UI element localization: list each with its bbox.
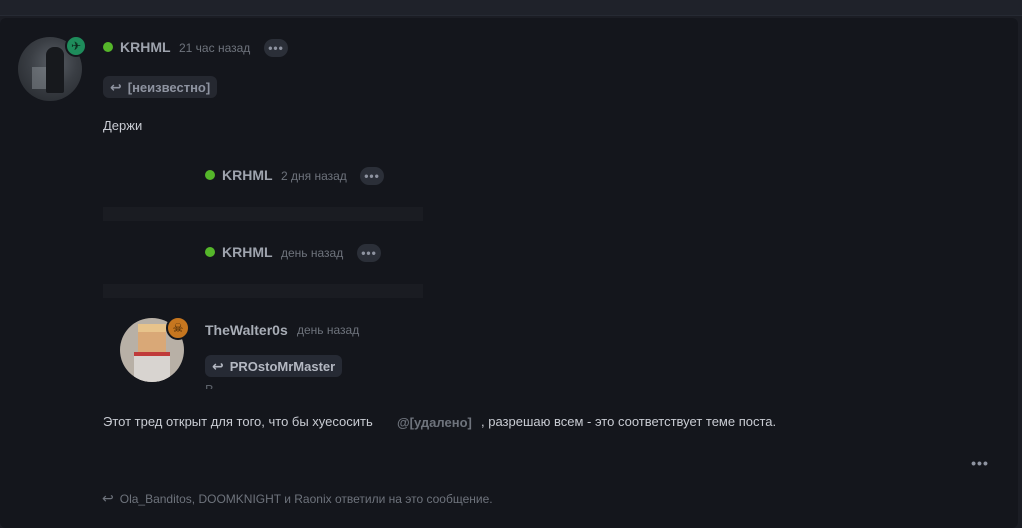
online-dot-icon xyxy=(103,42,113,52)
avatar-figure xyxy=(46,47,64,93)
skull-badge-icon: ☠ xyxy=(166,316,190,340)
quote-more-button[interactable]: ••• xyxy=(360,167,384,185)
nested-reply-cut-text: В… xyxy=(205,383,335,389)
nested-reply-to-chip[interactable]: ↩ PROstoMrMaster xyxy=(205,355,343,377)
reply-summary[interactable]: ↩ Ola_Banditos, DOOMKNIGHT и Raonix отве… xyxy=(102,490,493,507)
online-dot-icon xyxy=(205,170,215,180)
reply-author-name[interactable]: TheWalter0s xyxy=(205,322,288,338)
reply-to-chip[interactable]: ↩ [неизвестно] xyxy=(103,76,218,98)
reply-arrow-icon: ↩ xyxy=(102,490,114,506)
avatar-stripe xyxy=(134,352,170,356)
quote-divider xyxy=(103,207,423,221)
post-more-button[interactable]: ••• xyxy=(264,39,288,57)
reply-to-name: [неизвестно] xyxy=(127,79,211,95)
post-author-name[interactable]: KRHML xyxy=(120,39,171,55)
reply-summary-text: Ola_Banditos, DOOMKNIGHT и Raonix ответи… xyxy=(119,491,493,506)
quote-more-button[interactable]: ••• xyxy=(357,244,381,262)
nested-reply-to-name: PROstoMrMaster xyxy=(229,358,336,374)
body-text-before: Этот тред открыт для того, что бы хуесос… xyxy=(103,414,373,429)
quote-divider xyxy=(103,284,423,298)
post-menu-button[interactable]: ••• xyxy=(968,455,992,471)
quote-time[interactable]: день назад xyxy=(281,246,343,260)
quote-author-name[interactable]: KRHML xyxy=(222,167,273,183)
quote-author-name[interactable]: KRHML xyxy=(222,244,273,260)
body-text-after: , разрешаю всем - это соответствует теме… xyxy=(481,414,777,429)
post-text: Держи xyxy=(103,118,143,133)
reply-time[interactable]: день назад xyxy=(297,323,359,337)
avatar-head xyxy=(138,324,166,352)
avatar-body xyxy=(134,352,170,382)
user-mention[interactable]: @[удалено] xyxy=(397,415,472,430)
quote-time[interactable]: 2 дня назад xyxy=(281,169,347,183)
online-dot-icon xyxy=(205,247,215,257)
post-time[interactable]: 21 час назад xyxy=(179,41,250,55)
avatar-figure-shadow xyxy=(32,67,46,89)
reply-arrow-icon: ↩ xyxy=(212,357,224,374)
top-bar xyxy=(0,0,1022,16)
author-badge-icon: ✈ xyxy=(65,35,87,57)
reply-arrow-icon: ↩ xyxy=(110,78,122,95)
